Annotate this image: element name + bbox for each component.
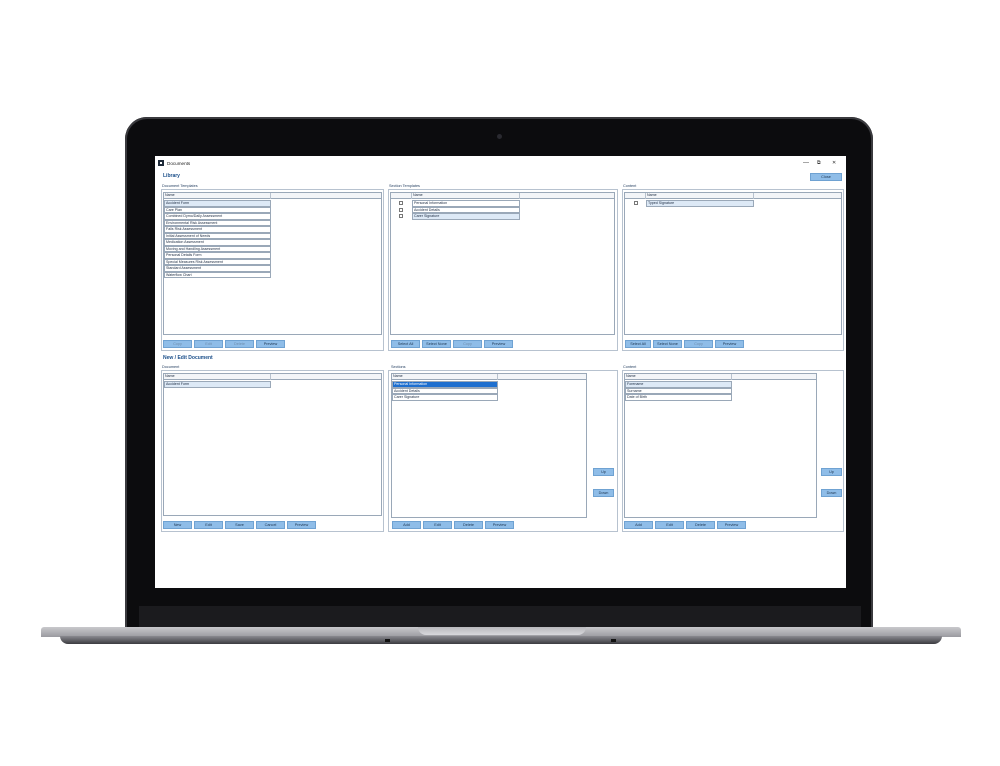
document-templates-grid: Name Accident Form Care Plan Combined Dy…: [163, 192, 382, 335]
edit-button[interactable]: Edit: [423, 521, 452, 529]
edit-button[interactable]: Edit: [655, 521, 684, 529]
select-column-header: [625, 193, 646, 199]
grid-header: Name: [164, 374, 381, 380]
grid-header: Name: [391, 193, 614, 199]
content-grid: Name Forename Surname Date of Birth: [624, 373, 817, 518]
app-window: Documents — ⧉ ✕ Library Close Document T…: [155, 156, 846, 588]
close-icon[interactable]: ✕: [832, 159, 836, 167]
copy-button[interactable]: Copy: [453, 340, 482, 348]
select-all-button[interactable]: Select All: [625, 340, 651, 348]
preview-button[interactable]: Preview: [717, 521, 746, 529]
laptop-port: [611, 639, 616, 642]
grid-header: Name: [625, 193, 841, 199]
document-grid: Name Accident Form: [163, 373, 382, 516]
select-none-button[interactable]: Select None: [422, 340, 451, 348]
row-checkbox[interactable]: [399, 214, 403, 218]
name-column-header[interactable]: Name: [646, 193, 754, 199]
delete-button[interactable]: Delete: [686, 521, 715, 529]
document-templates-label: Document Templates: [162, 184, 198, 188]
save-button[interactable]: Save: [225, 521, 254, 529]
delete-button[interactable]: Delete: [225, 340, 254, 348]
new-edit-title: New / Edit Document: [163, 355, 213, 361]
sections-panel: Name Personal Information Accident Detai…: [388, 370, 618, 532]
delete-button[interactable]: Delete: [454, 521, 483, 529]
list-item[interactable]: Carer Signature: [392, 394, 498, 401]
edit-button[interactable]: Edit: [194, 340, 223, 348]
select-column-header: [391, 193, 412, 199]
add-button[interactable]: Add: [392, 521, 421, 529]
copy-button[interactable]: Copy: [163, 340, 192, 348]
list-item[interactable]: Typed Signature: [646, 200, 754, 207]
list-item[interactable]: Accident Form: [164, 381, 271, 388]
preview-button[interactable]: Preview: [287, 521, 316, 529]
move-up-button[interactable]: Up: [821, 468, 842, 476]
preview-button[interactable]: Preview: [256, 340, 285, 348]
laptop-chin: [139, 606, 861, 628]
list-item[interactable]: Carer Signature: [412, 213, 520, 220]
move-down-button[interactable]: Down: [593, 489, 614, 497]
add-button[interactable]: Add: [624, 521, 653, 529]
content-panel: Name Forename Surname Date of Birth Up D…: [622, 370, 844, 532]
document-label: Document: [162, 365, 180, 369]
select-all-button[interactable]: Select All: [391, 340, 420, 348]
document-templates-panel: Name Accident Form Care Plan Combined Dy…: [161, 189, 384, 351]
title-bar: Documents — ⧉ ✕: [155, 156, 846, 170]
content-label: Content: [623, 365, 637, 369]
section-templates-panel: Name Personal Information Accident Detai…: [388, 189, 618, 351]
name-column-header[interactable]: Name: [164, 193, 271, 199]
sections-grid: Name Personal Information Accident Detai…: [391, 373, 587, 518]
grid-header: Name: [392, 374, 586, 380]
list-item[interactable]: Date of Birth: [625, 394, 732, 401]
window-title: Documents: [167, 161, 191, 166]
section-templates-label: Section Templates: [389, 184, 420, 188]
laptop-base-bottom: [60, 636, 942, 644]
row-checkbox[interactable]: [399, 201, 403, 205]
row-checkbox[interactable]: [634, 201, 638, 205]
edit-button[interactable]: Edit: [194, 521, 223, 529]
row-checkbox[interactable]: [399, 207, 403, 212]
name-column-header[interactable]: Name: [164, 374, 271, 380]
name-column-header[interactable]: Name: [392, 374, 498, 380]
app-icon: [158, 160, 164, 166]
move-down-button[interactable]: Down: [821, 489, 842, 497]
name-column-header[interactable]: Name: [625, 374, 732, 380]
library-title: Library: [163, 173, 180, 179]
laptop-notch: [418, 627, 586, 635]
laptop-port: [385, 639, 390, 642]
new-button[interactable]: New: [163, 521, 192, 529]
grid-header: Name: [164, 193, 381, 199]
content-panel: Name Typed Signature Select All Select N…: [622, 189, 844, 351]
webcam: [497, 134, 502, 139]
cancel-button[interactable]: Cancel: [256, 521, 285, 529]
grid-header: Name: [625, 374, 816, 380]
maximize-icon[interactable]: ⧉: [817, 159, 821, 167]
preview-button[interactable]: Preview: [715, 340, 744, 348]
preview-button[interactable]: Preview: [484, 340, 513, 348]
move-up-button[interactable]: Up: [593, 468, 614, 476]
close-button[interactable]: Close: [810, 173, 842, 181]
preview-button[interactable]: Preview: [485, 521, 514, 529]
list-item[interactable]: Waterflow Chart: [164, 271, 271, 278]
sections-label: Sections: [391, 365, 406, 369]
content-label: Content: [623, 184, 637, 188]
name-column-header[interactable]: Name: [412, 193, 520, 199]
copy-button[interactable]: Copy: [684, 340, 713, 348]
select-none-button[interactable]: Select None: [653, 340, 682, 348]
section-templates-grid: Name Personal Information Accident Detai…: [390, 192, 615, 335]
minimize-icon[interactable]: —: [803, 159, 809, 167]
document-panel: Name Accident Form New Edit Save Cancel …: [161, 370, 384, 532]
content-grid: Name Typed Signature: [624, 192, 842, 335]
